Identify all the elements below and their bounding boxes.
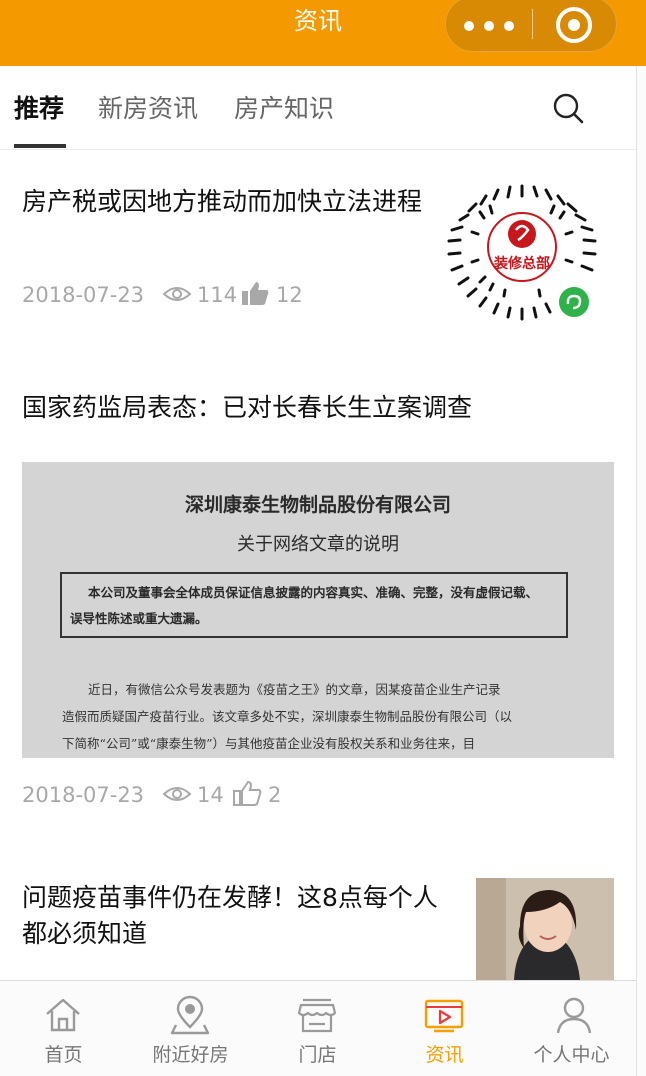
category-tabs: 推荐 新房资讯 房产知识 [0,66,636,150]
tab-bar: 首页 附近好房 门店 资讯 个人中心 [0,980,636,1076]
article-thumbnail[interactable] [476,878,614,980]
miniprogram-qr-code: 装修总部 [447,184,597,321]
article-title[interactable]: 问题疫苗事件仍在发酵！这8点每个人 都必须知道 [22,880,462,952]
like-icon[interactable] [232,780,262,806]
like-count: 2 [268,783,282,807]
article-title[interactable]: 国家药监局表态：已对长春长生立案调查 [22,390,622,426]
nav-bar: 资讯 [0,0,646,66]
image-disclaimer-text: 本公司及董事会全体成员保证信息披露的内容真实、准确、完整，没有虚假记载、 误导性… [70,585,539,626]
article-cover-image[interactable]: 深圳康泰生物制品股份有限公司 关于网络文章的说明 本公司及董事会全体成员保证信息… [22,462,614,758]
miniprogram-capsule [445,0,617,52]
article-meta: 2018-07-23 14 2 [22,780,322,810]
capsule-divider [532,9,533,39]
views-icon [162,287,192,301]
news-icon [424,999,464,1033]
article-date: 2018-07-23 [22,783,145,807]
store-icon [297,998,337,1033]
tab-recommend[interactable]: 推荐 [14,92,64,126]
search-icon[interactable] [552,92,584,124]
tab-bar-item-news[interactable]: 资讯 [381,981,508,1076]
article-meta: 2018-07-23 114 12 [22,280,322,310]
like-icon[interactable] [240,280,270,306]
qr-brand-label: 装修总部 [493,255,550,272]
image-headline: 深圳康泰生物制品股份有限公司 [184,494,451,516]
article-date: 2018-07-23 [22,283,145,307]
close-miniprogram-icon[interactable] [556,7,592,43]
image-body-text: 近日，有微信公众号发表题为《疫苗之王》的文章，因某疫苗企业生产记录 造假而质疑国… [62,682,513,751]
article-title[interactable]: 房产税或因地方推动而加快立法进程 [22,184,442,220]
view-count: 114 [197,283,238,307]
tab-bar-item-store[interactable]: 门店 [254,981,381,1076]
tab-new-house-news[interactable]: 新房资讯 [98,92,198,126]
location-icon [170,995,210,1035]
like-count: 12 [276,283,303,307]
view-count: 14 [197,783,224,807]
views-icon [162,787,192,801]
tab-bar-item-home[interactable]: 首页 [0,981,127,1076]
scrollbar-track [636,66,646,1076]
user-icon [556,997,592,1034]
active-tab-indicator [14,144,66,148]
tab-property-knowledge[interactable]: 房产知识 [234,92,334,126]
tab-bar-item-nearby[interactable]: 附近好房 [127,981,254,1076]
more-icon[interactable] [464,21,524,31]
image-subheadline: 关于网络文章的说明 [237,534,399,555]
home-icon [46,998,80,1032]
tab-bar-item-profile[interactable]: 个人中心 [508,981,635,1076]
